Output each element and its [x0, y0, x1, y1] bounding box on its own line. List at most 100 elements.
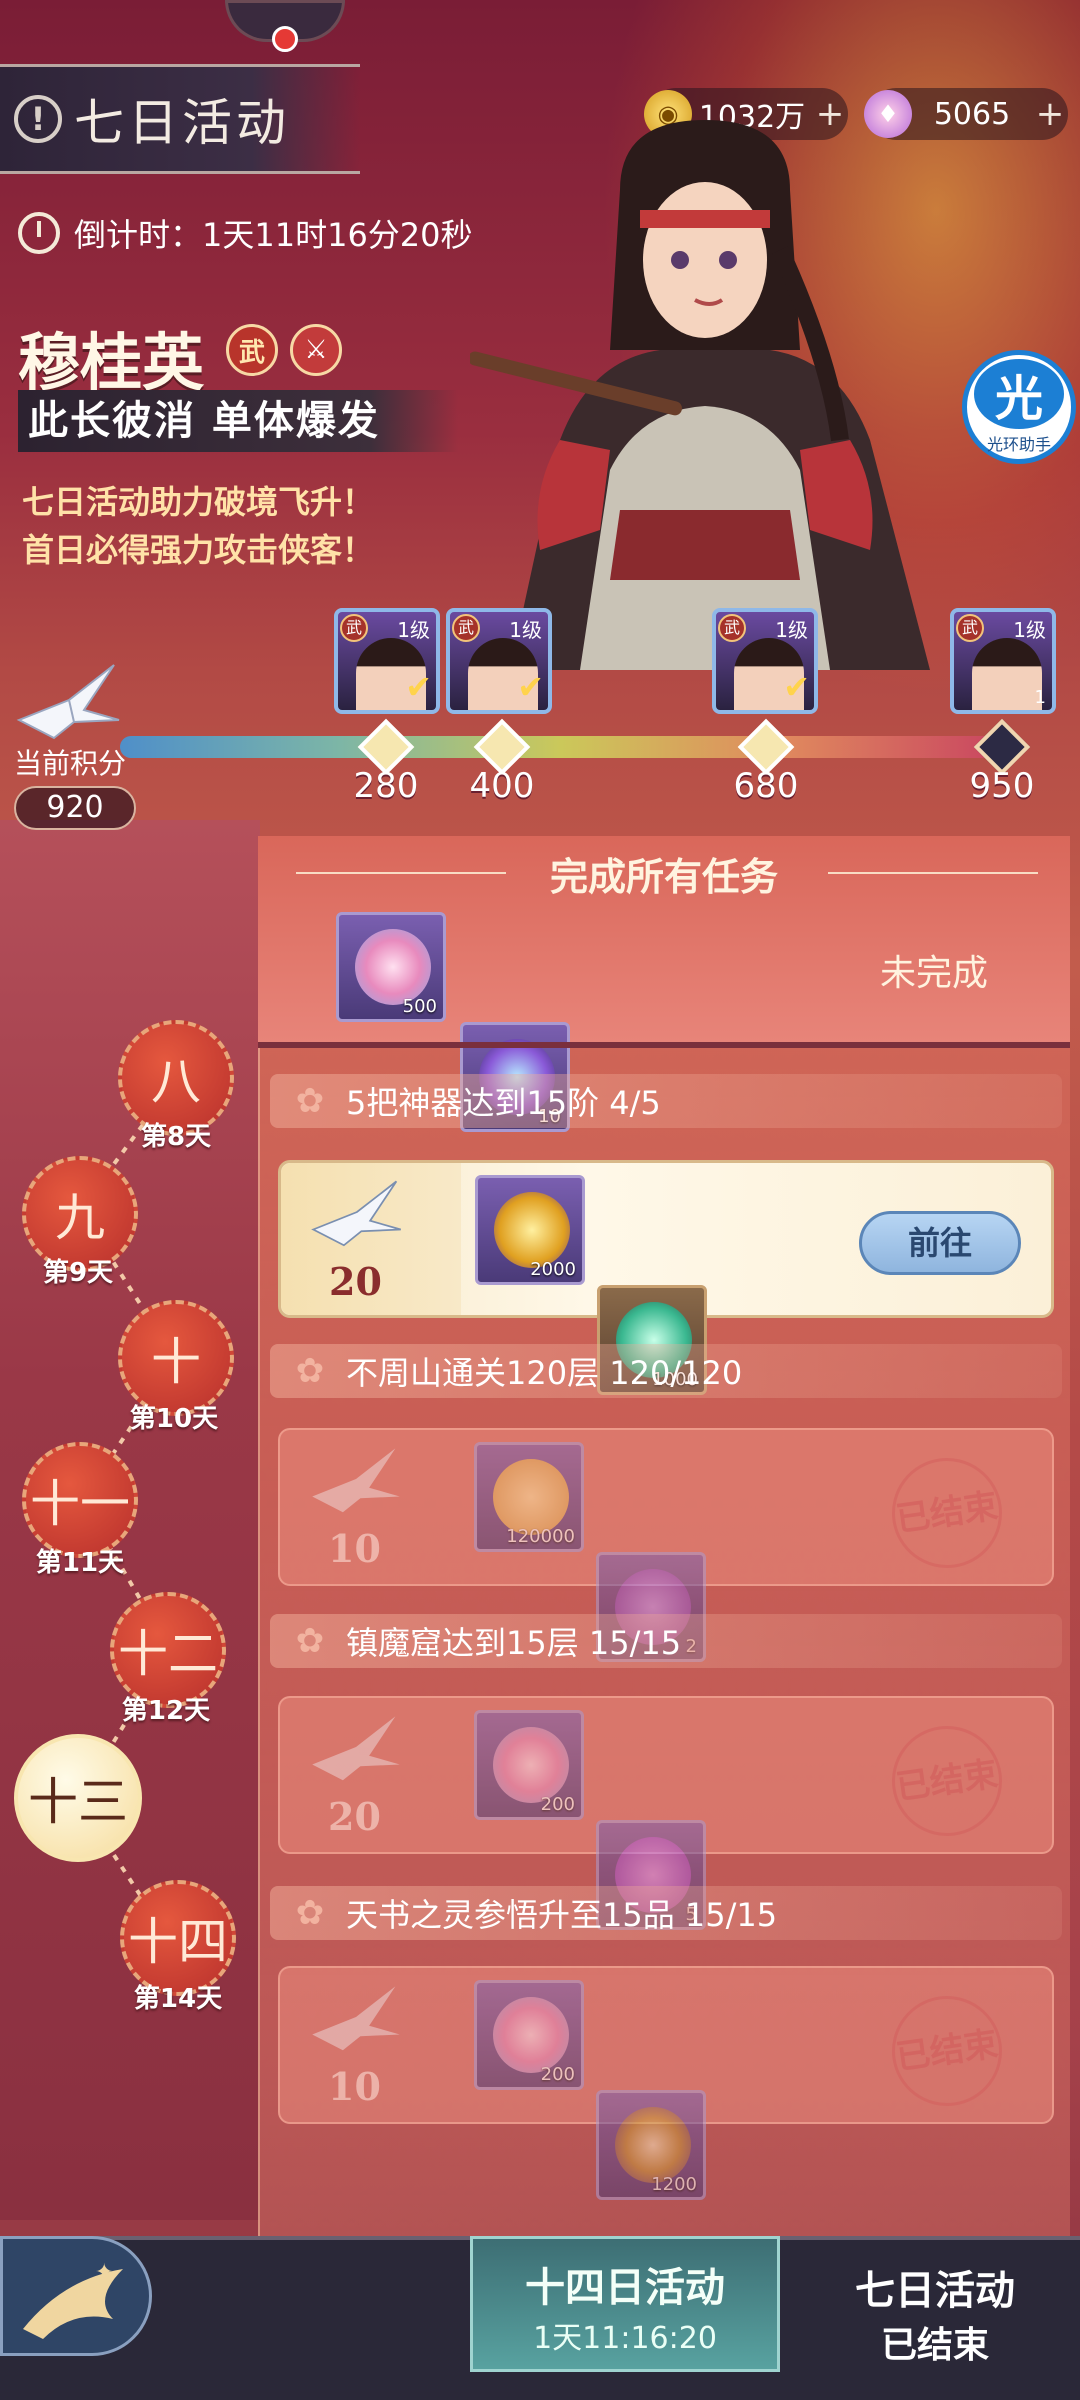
day-9-label: 第9天 — [42, 1258, 114, 1288]
task-card: 20 200 5 已结束 — [278, 1696, 1054, 1930]
day-11-node[interactable]: 十一 — [22, 1442, 138, 1558]
task-title-bar: ✿ 镇魔窟达到15层 15/15 — [270, 1614, 1062, 1668]
flower-icon: ✿ — [295, 1893, 325, 1933]
day-13-node-current[interactable]: 十三 — [14, 1734, 142, 1862]
day-10-label: 第10天 — [129, 1404, 219, 1434]
milestone-reward-hero[interactable]: 武 1级 ✔ — [334, 608, 440, 714]
ended-stamp: 已结束 — [884, 1718, 1010, 1844]
milestone-reward-hero[interactable]: 武 1级 ✔ — [712, 608, 818, 714]
day-14-label: 第14天 — [133, 1984, 223, 2014]
reward-count: 120000 — [506, 1526, 575, 1547]
halo-assistant-button[interactable]: 光 光环助手 — [962, 350, 1076, 464]
task-card: 20 2000 1000 前往 — [278, 1160, 1054, 1395]
golden-artifact-icon — [494, 1192, 570, 1268]
reward-count: 200 — [540, 1794, 575, 1815]
check-icon: ✔ — [783, 668, 810, 706]
reward-count: 2000 — [530, 1259, 576, 1280]
check-icon: ✔ — [405, 668, 432, 706]
reward-count: 1200 — [651, 2174, 697, 2195]
ended-stamp: 已结束 — [884, 1988, 1010, 2114]
promo-line-2: 首日必得强力攻击侠客！ — [22, 531, 375, 569]
hero-level: 1级 — [509, 618, 542, 642]
task-points-box: 20 — [280, 1698, 460, 1852]
hero-level: 1级 — [1013, 618, 1046, 642]
rainbow-flame-icon — [355, 929, 431, 1005]
task-title-bar: ✿ 5把神器达到15阶 4/5 — [270, 1074, 1062, 1128]
reward-item[interactable]: 120000 — [474, 1442, 584, 1552]
countdown-text: 倒计时：1天11时16分20秒 — [74, 216, 473, 254]
milestone-label: 680 — [733, 766, 799, 806]
check-icon: ✔ — [517, 668, 544, 706]
hero-tagline: 此长彼消 单体爆发 — [18, 390, 458, 452]
rainbow-flame-icon — [493, 1727, 569, 1803]
promo-line-1: 七日活动助力破境飞升！ — [22, 483, 375, 521]
reward-item[interactable]: 200 — [474, 1710, 584, 1820]
reward-count: 500 — [402, 996, 437, 1017]
tab-title: 七日活动 — [855, 2267, 1015, 2314]
countdown: 倒计时：1天11时16分20秒 — [18, 210, 473, 256]
reward-item[interactable]: 2000 — [475, 1175, 585, 1285]
gourd-staff-icon — [615, 2107, 691, 2183]
day-12-label: 第12天 — [121, 1696, 211, 1726]
flower-icon: ✿ — [295, 1081, 325, 1121]
rainbow-flame-icon — [493, 1997, 569, 2073]
home-button[interactable]: ✦ — [0, 2236, 152, 2356]
score-progress-bar — [120, 736, 1002, 758]
tab-status: 已结束 — [880, 2324, 989, 2366]
promo-text: 七日活动助力破境飞升！ 首日必得强力攻击侠客！ — [22, 478, 374, 574]
reward-count: 1 — [1034, 687, 1046, 708]
task-points-box: 20 — [281, 1163, 461, 1315]
task-card: 10 120000 2 已结束 — [278, 1428, 1054, 1662]
paper-crane-icon — [16, 664, 120, 740]
reward-count: 200 — [540, 2064, 575, 2085]
task-title: 不周山通关120层 120/120 — [346, 1354, 743, 1392]
weapon-class-badge: 武 — [226, 324, 278, 376]
title-bar: ! 七日活动 — [0, 64, 360, 174]
tab-seven-day-event[interactable]: 七日活动 已结束 — [800, 2236, 1070, 2372]
task-points-box: 10 — [280, 1430, 460, 1584]
task-title: 5把神器达到15阶 4/5 — [346, 1084, 661, 1122]
paper-crane-icon — [312, 1716, 400, 1781]
svg-text:✦: ✦ — [95, 2260, 113, 2285]
score-value: 920 — [14, 786, 136, 830]
hero-portrait — [470, 120, 930, 670]
milestone-reward-hero[interactable]: 武 1级 ✔ — [446, 608, 552, 714]
go-button[interactable]: 前往 — [859, 1211, 1021, 1275]
paper-crane-icon — [312, 1986, 400, 2051]
day-8-label: 第8天 — [140, 1122, 212, 1152]
weapon-class-badge: 武 — [452, 614, 480, 642]
reward-item[interactable]: 500 — [336, 912, 446, 1022]
milestone-reward-hero[interactable]: 武 1级 1 — [950, 608, 1056, 714]
divider — [258, 1042, 1070, 1048]
reward-item[interactable]: 1200 — [596, 2090, 706, 2200]
tab-title: 十四日活动 — [525, 2264, 725, 2311]
task-title: 天书之灵参悟升至15品 15/15 — [346, 1896, 778, 1934]
complete-all-title: 完成所有任务 — [549, 854, 778, 899]
day-11-label: 第11天 — [35, 1548, 125, 1578]
tab-fourteen-day-event[interactable]: 十四日活动 1天11:16:20 — [470, 2236, 780, 2372]
task-title: 镇魔窟达到15层 15/15 — [346, 1624, 682, 1662]
hero-face-icon — [972, 638, 1042, 710]
weapon-class-badge: 武 — [718, 614, 746, 642]
swallow-icon: ✦ — [23, 2260, 123, 2339]
flower-icon: ✿ — [295, 1351, 325, 1391]
flower-icon: ✿ — [295, 1621, 325, 1661]
task-points: 10 — [328, 1526, 381, 1571]
hero-name: 穆桂英 — [18, 326, 205, 399]
info-icon[interactable]: ! — [14, 95, 62, 143]
task-title-bar: ✿ 天书之灵参悟升至15品 15/15 — [270, 1886, 1062, 1940]
paper-crane-icon — [311, 1180, 401, 1247]
weapon-class-badge: 武 — [340, 614, 368, 642]
reward-item[interactable]: 200 — [474, 1980, 584, 2090]
task-points: 10 — [328, 2064, 381, 2109]
task-points: 20 — [328, 1794, 381, 1839]
task-points: 20 — [329, 1259, 382, 1304]
notification-dot — [272, 26, 298, 52]
crossed-swords-icon: ⚔ — [290, 324, 342, 376]
gem-add-button[interactable]: + — [1032, 94, 1068, 134]
halo-assistant-label: 光环助手 — [986, 435, 1051, 454]
hero-level: 1级 — [397, 618, 430, 642]
halo-assistant-icon: 光 — [974, 359, 1064, 429]
task-points-box: 10 — [280, 1968, 460, 2122]
task-title-bar: ✿ 不周山通关120层 120/120 — [270, 1344, 1062, 1398]
